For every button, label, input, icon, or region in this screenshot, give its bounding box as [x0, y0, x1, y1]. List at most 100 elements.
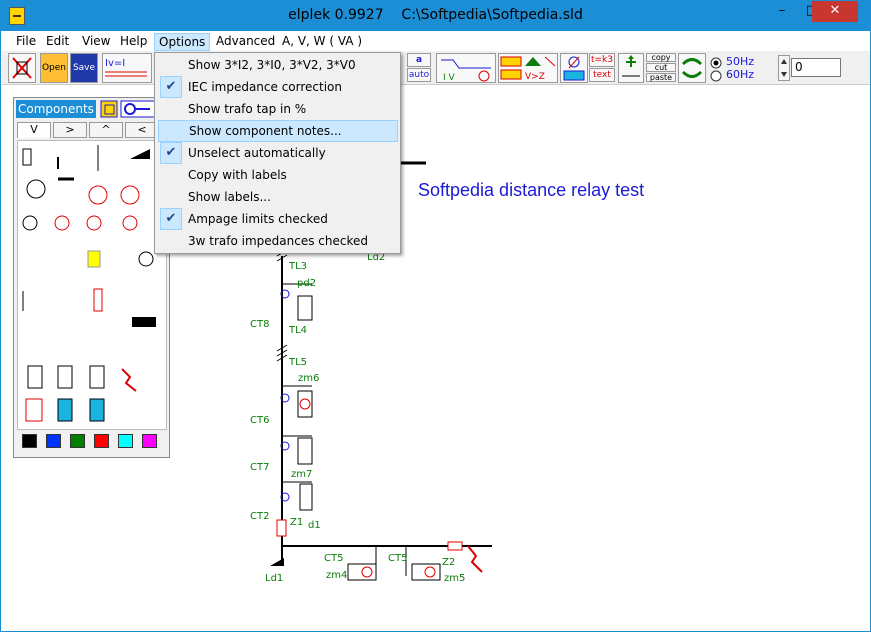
vertical-scrollbar[interactable] — [864, 86, 870, 631]
cable-icon[interactable] — [132, 317, 156, 327]
toolbar: Open Save Iv=I a auto I V V>Z t=k3 text … — [2, 51, 870, 85]
label-zm4: zm4 — [326, 570, 348, 581]
color-blue[interactable] — [46, 434, 61, 448]
label-zm6: zm6 — [298, 373, 320, 384]
copy-button[interactable]: copy — [646, 53, 676, 62]
z1-impedance — [276, 519, 287, 537]
zm7-relay — [297, 437, 313, 465]
tab-v[interactable]: V — [17, 122, 51, 138]
phase-button[interactable] — [560, 53, 588, 83]
label-tl5: TL5 — [289, 357, 308, 368]
menu-item-component-notes[interactable]: Show component notes... — [158, 120, 398, 142]
spin-arrows-icon — [781, 59, 787, 77]
relay-icon-2[interactable] — [57, 365, 73, 389]
menu-units[interactable]: A, V, W ( VA ) — [278, 33, 366, 51]
menu-item-ampage-limits[interactable]: ✔ Ampage limits checked — [158, 208, 398, 230]
components-palette: Components V > ^ < — [13, 97, 170, 458]
waveform-button[interactable]: I V — [436, 53, 496, 83]
menu-view[interactable]: View — [78, 33, 114, 51]
undo-redo-button[interactable] — [678, 53, 706, 83]
load-icon[interactable] — [130, 149, 150, 159]
app-name: elplek 0.9927 — [288, 7, 384, 23]
open-button[interactable]: Open — [40, 53, 68, 83]
color-red[interactable] — [94, 434, 109, 448]
menu-item-trafo-tap[interactable]: Show trafo tap in % — [158, 98, 398, 120]
label-ld1: Ld1 — [265, 573, 284, 584]
cut-button[interactable]: cut — [646, 63, 676, 72]
text-button[interactable]: text — [589, 68, 615, 82]
menu-item-unselect-auto[interactable]: ✔ Unselect automatically — [158, 142, 398, 164]
menu-item-label: 3w trafo impedances checked — [188, 234, 368, 248]
fault-icon — [467, 545, 483, 573]
highlight-icon[interactable] — [87, 250, 101, 268]
palette-title: Components — [16, 100, 96, 118]
close-button[interactable]: ✕ — [812, 1, 858, 22]
menu-item-show-labels[interactable]: Show labels... — [158, 186, 398, 208]
em-relay-icon[interactable] — [25, 398, 43, 422]
a-button[interactable]: a — [407, 53, 431, 67]
menu-item-3w-trafo[interactable]: 3w trafo impedances checked — [158, 230, 398, 252]
minimize-button[interactable]: – — [767, 1, 797, 22]
menu-item-show-sequence[interactable]: Show 3*I2, 3*I0, 3*V2, 3*V0 — [158, 54, 398, 76]
palette-key-icon[interactable] — [120, 100, 156, 118]
color-cyan[interactable] — [118, 434, 133, 448]
drawing-title: Softpedia distance relay test — [418, 180, 645, 200]
z2-impedance — [447, 541, 463, 551]
menu-file[interactable]: File — [12, 33, 40, 51]
fault-palette-icon[interactable] — [121, 368, 137, 392]
menu-item-label: Show labels... — [188, 190, 271, 204]
label-tl4: TL4 — [289, 325, 308, 336]
transformer-button[interactable]: V>Z — [498, 53, 558, 83]
relay-icon-1[interactable] — [27, 365, 43, 389]
trafo-icon-1[interactable] — [22, 215, 38, 231]
cyan-relay-icon-2[interactable] — [89, 398, 105, 422]
menu-item-copy-labels[interactable]: Copy with labels — [158, 164, 398, 186]
menu-options[interactable]: Options — [154, 33, 211, 51]
auto-button[interactable]: auto — [407, 68, 431, 82]
generator-icon[interactable] — [26, 179, 46, 199]
radio-60hz[interactable] — [710, 70, 722, 82]
value-input[interactable]: 0 — [791, 58, 841, 77]
motor-as-icon[interactable] — [88, 185, 108, 205]
save-button[interactable]: Save — [70, 53, 98, 83]
formula-button[interactable]: Iv=I — [102, 53, 152, 83]
fuse-icon[interactable] — [93, 288, 103, 312]
cut-label: cut — [654, 63, 668, 72]
new-drawing-button[interactable] — [8, 53, 36, 83]
ratio-button[interactable]: t=k3 — [589, 53, 615, 67]
relay-icon-3[interactable] — [89, 365, 105, 389]
ratio-label: t=k3 — [590, 55, 613, 65]
menu-item-iec-correction[interactable]: ✔ IEC impedance correction — [158, 76, 398, 98]
ld1-load-icon — [270, 558, 284, 566]
trafo-icon-4[interactable] — [122, 215, 138, 231]
menu-advanced[interactable]: Advanced — [212, 33, 279, 51]
tab-right[interactable]: > — [53, 122, 87, 138]
move-button[interactable] — [618, 53, 644, 83]
waveform-icon: I V — [441, 59, 491, 83]
motor-s-icon[interactable] — [120, 185, 140, 205]
label-pd2: pd2 — [297, 278, 317, 289]
zm5-relay — [411, 563, 441, 581]
menu-help[interactable]: Help — [116, 33, 151, 51]
svg-text:V>Z: V>Z — [525, 72, 545, 82]
label-ct5-left: CT5 — [324, 553, 344, 564]
color-green[interactable] — [70, 434, 85, 448]
radio-50hz[interactable] — [710, 57, 722, 69]
auto-label: auto — [408, 70, 430, 80]
spin-button[interactable] — [778, 55, 790, 81]
palette-copy-icon[interactable] — [100, 100, 118, 118]
trafo-icon-2[interactable] — [54, 215, 70, 231]
menu-bar: File Edit View Help Options Advanced A, … — [2, 31, 870, 51]
resistor-icon[interactable] — [22, 148, 32, 166]
color-black[interactable] — [22, 434, 37, 448]
three-winding-icon[interactable] — [138, 251, 154, 267]
color-magenta[interactable] — [142, 434, 157, 448]
trafo-icon-3[interactable] — [86, 215, 102, 231]
tab-up[interactable]: ^ — [89, 122, 123, 138]
menu-item-label: Copy with labels — [188, 168, 287, 182]
menu-edit[interactable]: Edit — [42, 33, 73, 51]
paste-button[interactable]: paste — [646, 73, 676, 82]
menu-item-label: IEC impedance correction — [188, 80, 343, 94]
cyan-relay-icon-1[interactable] — [57, 398, 73, 422]
label-ct7: CT7 — [250, 462, 270, 473]
